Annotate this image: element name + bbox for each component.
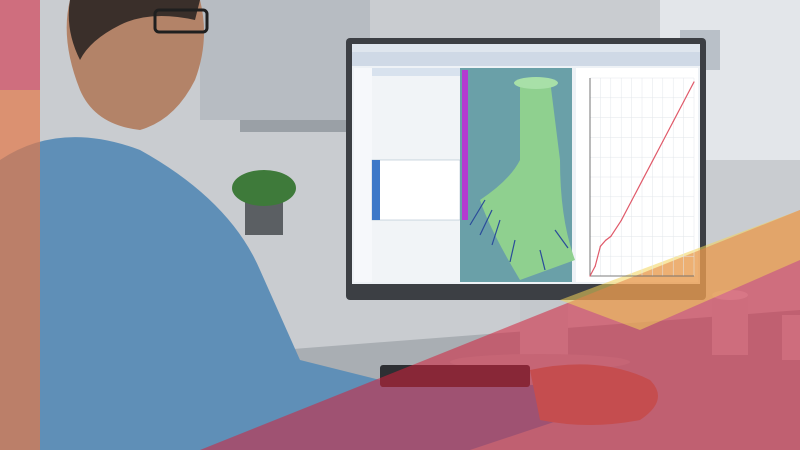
- chart-point: [589, 275, 591, 277]
- chart-point: [605, 239, 607, 241]
- chart-point: [651, 160, 654, 162]
- chart-point: [683, 101, 685, 103]
- chart-point: [610, 235, 612, 237]
- chart-point: [672, 120, 674, 123]
- chart-point: [662, 140, 664, 142]
- chart-point: [594, 265, 596, 267]
- chart-point: [620, 219, 622, 222]
- chart-point: [641, 180, 643, 182]
- stress-strain-chart: [589, 77, 695, 277]
- chart-point: [693, 81, 695, 83]
- chart-point: [599, 245, 602, 247]
- office-photo: [0, 0, 800, 450]
- chart-point: [631, 200, 633, 202]
